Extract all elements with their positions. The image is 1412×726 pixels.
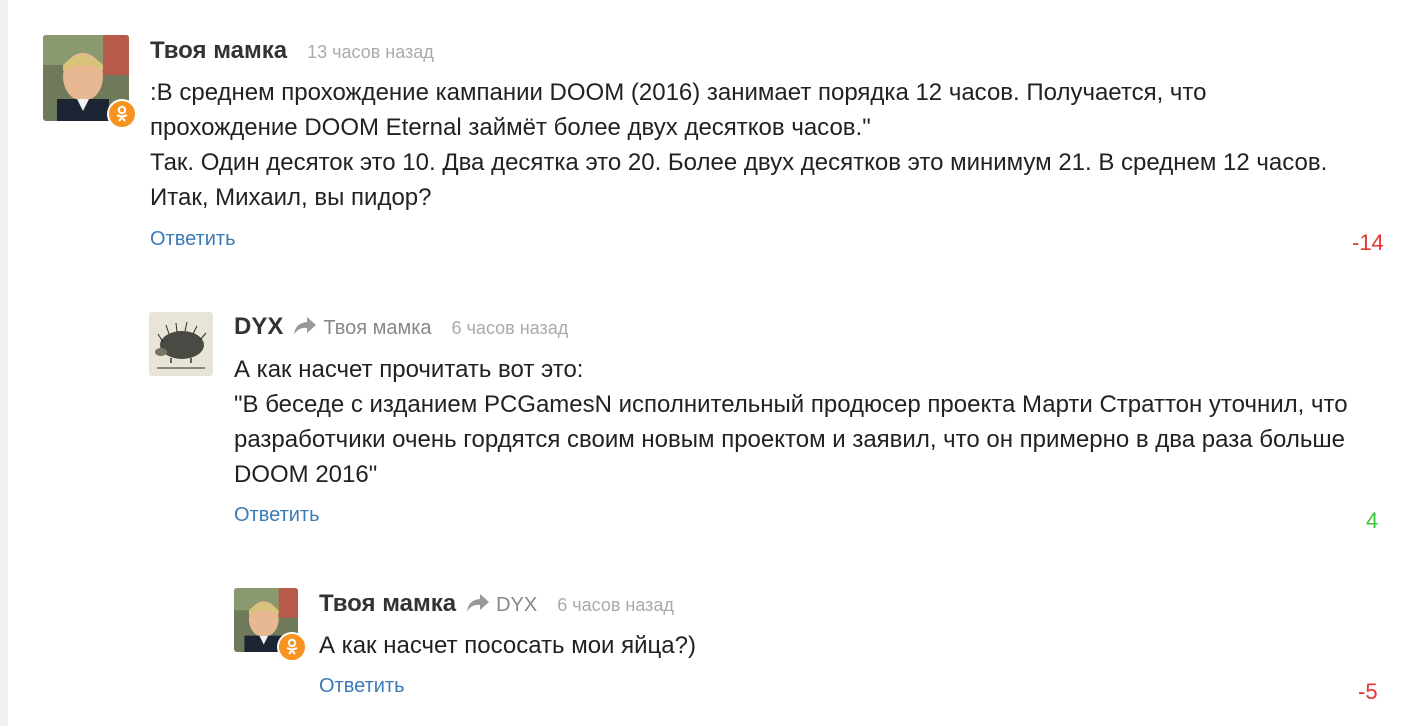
comment: Твоя мамка DYX 6 часов назад А как насче… bbox=[0, 0, 1412, 726]
comment-author[interactable]: Твоя мамка bbox=[319, 590, 456, 618]
reply-to-author[interactable]: DYX bbox=[496, 594, 537, 617]
comment-time: 6 часов назад bbox=[557, 595, 674, 615]
comment-line: А как насчет пососать мои яйца?) bbox=[319, 632, 696, 659]
comment-score: -5 bbox=[1358, 679, 1378, 704]
comment-text: А как насчет пососать мои яйца?) bbox=[319, 628, 1399, 663]
reply-button[interactable]: Ответить bbox=[319, 675, 405, 698]
odnoklassniki-icon bbox=[277, 632, 307, 662]
reply-arrow-icon bbox=[466, 593, 490, 618]
